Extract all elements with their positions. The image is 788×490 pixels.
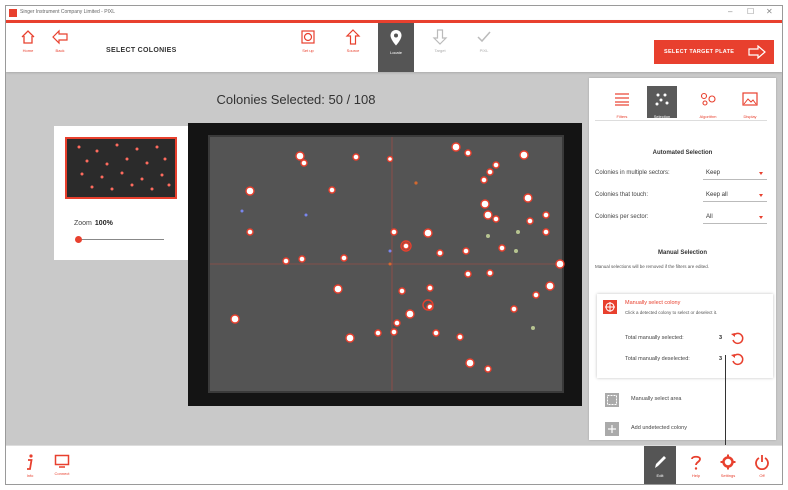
maximize-button[interactable]: ☐ — [747, 7, 754, 17]
colonies-per-sector-select[interactable]: All — [703, 210, 767, 224]
connect-button[interactable]: Connect — [46, 446, 78, 484]
up-arrow-icon — [345, 29, 361, 45]
automated-selection-title: Automated Selection — [652, 150, 713, 156]
undo-selected-icon[interactable] — [730, 330, 746, 346]
select-area-icon — [605, 393, 619, 407]
chevron-down-icon — [759, 216, 763, 219]
info-button[interactable]: Info — [14, 446, 46, 484]
colonies-per-sector-label: Colonies per sector: — [595, 214, 649, 220]
settings-button[interactable]: Settings — [712, 446, 744, 484]
manual-selection-note: Manual selections will be removed if the… — [595, 264, 710, 269]
home-icon — [21, 30, 35, 44]
zoom-label: Zoom 100% — [74, 220, 113, 227]
total-selected-label: Total manually selected: — [625, 335, 684, 341]
app-logo-icon — [9, 9, 17, 17]
manual-select-colony-title: Manually select colony — [625, 300, 681, 306]
plate-icon — [301, 30, 315, 44]
zoom-slider-handle[interactable] — [75, 236, 82, 243]
app-window: Singer Instrument Company Limited - PIXL… — [5, 5, 783, 485]
title-bar: Singer Instrument Company Limited - PIXL… — [6, 6, 782, 20]
colonies-touch-select[interactable]: Keep all — [703, 188, 767, 202]
manually-select-area-option[interactable]: Manually select area — [597, 389, 773, 411]
pencil-icon — [655, 456, 666, 468]
power-icon — [755, 455, 769, 470]
algorithm-icon — [700, 92, 716, 106]
manual-selection-title: Manual Selection — [657, 250, 707, 256]
back-arrow-icon — [52, 29, 68, 45]
colonies-touch-label: Colonies that touch: — [595, 192, 649, 198]
top-toolbar: Home Back SELECT COLONIES Set up Source … — [6, 20, 782, 72]
step-setup[interactable]: Set up — [290, 27, 326, 54]
preview-panel: Zoom 100% — [54, 126, 188, 260]
thumbnail-colonies — [67, 139, 175, 197]
zoom-slider-track[interactable] — [78, 239, 164, 240]
select-colony-icon — [603, 300, 617, 314]
select-target-plate-button[interactable]: SELECT TARGET PLATE — [654, 40, 774, 64]
total-selected-value: 3 — [719, 335, 723, 341]
gear-icon — [720, 454, 736, 470]
edit-button[interactable]: Edit — [644, 446, 676, 484]
manual-select-colony-desc: Click a detected colony to select or des… — [625, 310, 718, 315]
filters-icon — [615, 93, 629, 106]
window-title: Singer Instrument Company Limited - PIXL — [20, 9, 116, 15]
tab-algorithm[interactable]: Algorithm — [693, 86, 723, 119]
bottom-bar: Info Connect Edit Help Settings Off — [6, 445, 782, 484]
back-button[interactable]: Back — [42, 27, 78, 54]
workspace: Colonies Selected: 50 / 108 Zoom 100% Fi… — [6, 72, 782, 471]
checkmark-icon — [477, 31, 491, 43]
display-icon — [742, 92, 758, 106]
undo-deselected-icon[interactable] — [730, 351, 746, 367]
add-undetected-colony-option[interactable]: Add undetected colony — [597, 418, 773, 440]
minimize-button[interactable]: – — [728, 7, 732, 17]
total-deselected-label: Total manually deselected: — [625, 356, 690, 362]
tab-display[interactable]: Display — [735, 86, 765, 119]
tab-filters[interactable]: Filters — [607, 86, 637, 119]
down-arrow-icon — [432, 29, 448, 45]
step-source[interactable]: Source — [335, 27, 371, 54]
zoom-value: 100% — [94, 220, 113, 227]
step-target[interactable]: Target — [422, 27, 458, 54]
close-button[interactable]: ✕ — [766, 7, 773, 17]
add-colony-icon — [605, 422, 619, 436]
colony-map — [188, 123, 582, 406]
chevron-down-icon — [759, 172, 763, 175]
location-pin-icon — [390, 30, 402, 46]
multiple-sectors-select[interactable]: Keep — [703, 166, 767, 180]
selection-panel: Filters Selection Algorithm Display Auto… — [589, 78, 776, 440]
monitor-icon — [54, 454, 70, 468]
page-title: SELECT COLONIES — [106, 47, 177, 54]
help-icon — [691, 455, 701, 470]
step-locate[interactable]: Locate — [378, 23, 414, 72]
info-icon — [27, 454, 33, 470]
total-deselected-value: 3 — [719, 356, 723, 362]
chevron-down-icon — [759, 194, 763, 197]
home-button[interactable]: Home — [10, 27, 46, 54]
help-button[interactable]: Help — [680, 446, 712, 484]
selection-icon — [655, 93, 669, 106]
right-arrow-icon — [748, 45, 766, 59]
multiple-sectors-label: Colonies in multiple sectors: — [595, 170, 670, 176]
tab-divider — [595, 120, 767, 121]
step-pixl[interactable]: PIXL — [466, 27, 502, 54]
power-button[interactable]: Off — [746, 446, 778, 484]
plate-image[interactable] — [188, 123, 582, 406]
plate-thumbnail[interactable] — [65, 137, 177, 199]
tab-selection[interactable]: Selection — [647, 86, 677, 119]
manual-select-colony-option[interactable]: Manually select colony Click a detected … — [597, 294, 773, 378]
colonies-selected-count: Colonies Selected: 50 / 108 — [216, 92, 376, 107]
